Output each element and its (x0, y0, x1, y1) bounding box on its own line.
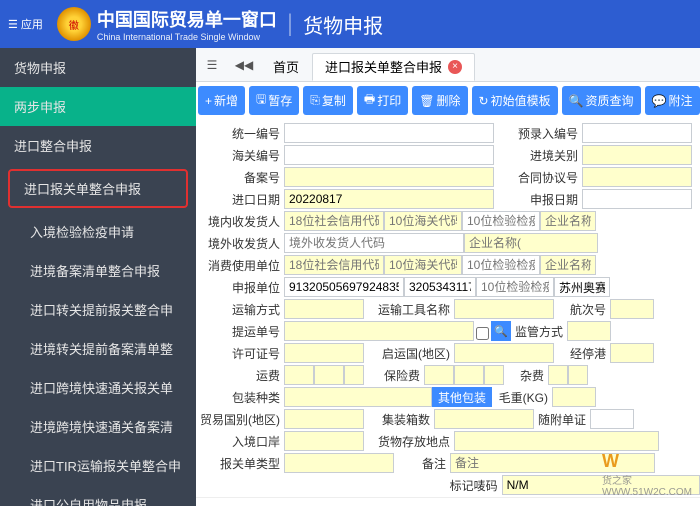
sidebar-item[interactable]: 进口整合申报 (0, 126, 196, 165)
tab-home[interactable]: 首页 (260, 53, 312, 81)
subtool-button[interactable]: ↓ 下移 (478, 500, 516, 506)
supervise-input[interactable] (567, 321, 611, 341)
toolbar-button[interactable]: 🖫暂存 (249, 86, 299, 115)
voyage-input[interactable] (610, 299, 654, 319)
sidebar-item[interactable]: 进口转关提前报关整合申 (0, 290, 196, 329)
sub-toolbar: → 导入 + 新增 🖫 保存 🗑 删除 ⎘ 复制↑ 上移 ↓ 下移 ↘ 插入重新归类归类查看… (196, 497, 700, 506)
gross-weight-input[interactable] (552, 387, 596, 407)
sidebar-item[interactable]: 货物申报 (0, 48, 196, 87)
declare-unit-jy[interactable] (476, 277, 554, 297)
bl-checkbox[interactable] (476, 324, 489, 343)
subtool-button[interactable]: ↘ 插入 (520, 500, 562, 506)
entry-type-input[interactable] (582, 145, 692, 165)
unified-no-input[interactable] (284, 123, 494, 143)
subtool-button[interactable]: 批量修改 (686, 500, 700, 506)
consumer-jy[interactable] (462, 255, 540, 275)
contract-no-input[interactable] (582, 167, 692, 187)
toolbar-button[interactable]: ⎘复制 (303, 86, 353, 115)
tab-active[interactable]: 进口报关单整合申报 × (312, 53, 475, 81)
trans-mode-input[interactable] (284, 299, 364, 319)
app-menu[interactable]: ☰ 应用 (0, 16, 51, 32)
declare-unit-code[interactable] (284, 277, 404, 297)
depart-input[interactable] (454, 343, 554, 363)
subtool-button[interactable]: ↑ 上移 (436, 500, 474, 506)
site-title: 中国国际贸易单一窗口 China International Trade Sin… (97, 6, 277, 42)
sidebar-item[interactable]: 进口跨境快速通关报关单 (0, 368, 196, 407)
toolbar-button[interactable]: 🗑删除 (412, 86, 467, 115)
record-no-input[interactable] (284, 167, 494, 187)
toolbar-button[interactable]: 🖶打印 (357, 86, 408, 115)
watermark: W 货之家WWW.51W2C.COM (602, 451, 692, 498)
trans-name-input[interactable] (454, 299, 554, 319)
dom-consignee-jy[interactable] (462, 211, 540, 231)
toolbar-button[interactable]: +新增 (198, 86, 245, 115)
sidebar-item[interactable]: 进境备案清单整合申报 (0, 251, 196, 290)
goods-loc-input[interactable] (454, 431, 659, 451)
subtool-button[interactable]: 🗑 删除 (339, 500, 386, 506)
logo-icon: 徽 (57, 7, 91, 41)
toolbar-button[interactable]: ↻初始值模板 (472, 86, 558, 115)
license-input[interactable] (284, 343, 364, 363)
declare-type-input[interactable] (284, 453, 394, 473)
declare-date-input[interactable] (582, 189, 692, 209)
entry-port-input[interactable] (284, 431, 364, 451)
page-title: 货物申报 (303, 10, 383, 39)
close-icon[interactable]: × (448, 60, 462, 74)
search-icon[interactable]: 🔍 (491, 321, 511, 341)
subtool-button[interactable]: → 导入 (202, 500, 246, 506)
sidebar-item[interactable]: 两步申报 (0, 87, 196, 126)
subtool-button[interactable]: 重新归类 (566, 500, 622, 506)
toolbar: +新增🖫暂存⎘复制🖶打印🗑删除↻初始值模板🔍资质查询💬附注📄随附单据$特许权使 (196, 82, 700, 119)
tab-bar: ☰ ◀◀ 首页 进口报关单整合申报 × (196, 48, 700, 82)
consumer-code[interactable] (284, 255, 384, 275)
bl-no-input[interactable] (284, 321, 474, 341)
sidebar-item[interactable]: 进境跨境快速通关备案清 (0, 407, 196, 446)
back-icon[interactable]: ◀◀ (230, 51, 258, 79)
declare-unit-name[interactable] (554, 277, 610, 297)
menu-icon[interactable]: ☰ (198, 51, 226, 79)
dom-consignee-name[interactable] (540, 211, 596, 231)
consumer-name[interactable] (540, 255, 596, 275)
via-port-input[interactable] (610, 343, 654, 363)
sidebar-item[interactable]: 入境检验检疫申请 (0, 212, 196, 251)
trade-country-input[interactable] (284, 409, 364, 429)
subtool-button[interactable]: 归类查看 (626, 500, 682, 506)
sidebar-item[interactable]: 进口公自用物品申报 (0, 485, 196, 506)
subtool-button[interactable]: 🖫 保存 (293, 500, 335, 506)
subtool-button[interactable]: + 新增 (250, 500, 289, 506)
attach-input[interactable] (590, 409, 634, 429)
toolbar-button[interactable]: 💬附注 (645, 86, 700, 115)
ovs-consignor-code[interactable] (284, 233, 464, 253)
subtool-button[interactable]: ⎘ 复制 (391, 500, 433, 506)
consumer-hg[interactable] (384, 255, 462, 275)
container-input[interactable] (434, 409, 534, 429)
ovs-consignor-name[interactable] (464, 233, 598, 253)
pack-type-input[interactable] (284, 387, 432, 407)
dom-consignee-hg[interactable] (384, 211, 462, 231)
import-date-input[interactable] (284, 189, 494, 209)
customs-no-input[interactable] (284, 145, 494, 165)
sidebar-item[interactable]: 进境转关提前备案清单整 (0, 329, 196, 368)
declare-unit-hg[interactable] (404, 277, 476, 297)
dom-consignee-code[interactable] (284, 211, 384, 231)
toolbar-button[interactable]: 🔍资质查询 (562, 86, 641, 115)
sidebar-item[interactable]: 进口报关单整合申报 (8, 169, 188, 208)
sidebar-item[interactable]: 进口TIR运输报关单整合申 (0, 446, 196, 485)
other-pack-button[interactable]: 其他包装 (432, 387, 492, 407)
pre-entry-input[interactable] (582, 123, 692, 143)
sidebar: 货物申报两步申报进口整合申报进口报关单整合申报入境检验检疫申请进境备案清单整合申… (0, 48, 196, 506)
